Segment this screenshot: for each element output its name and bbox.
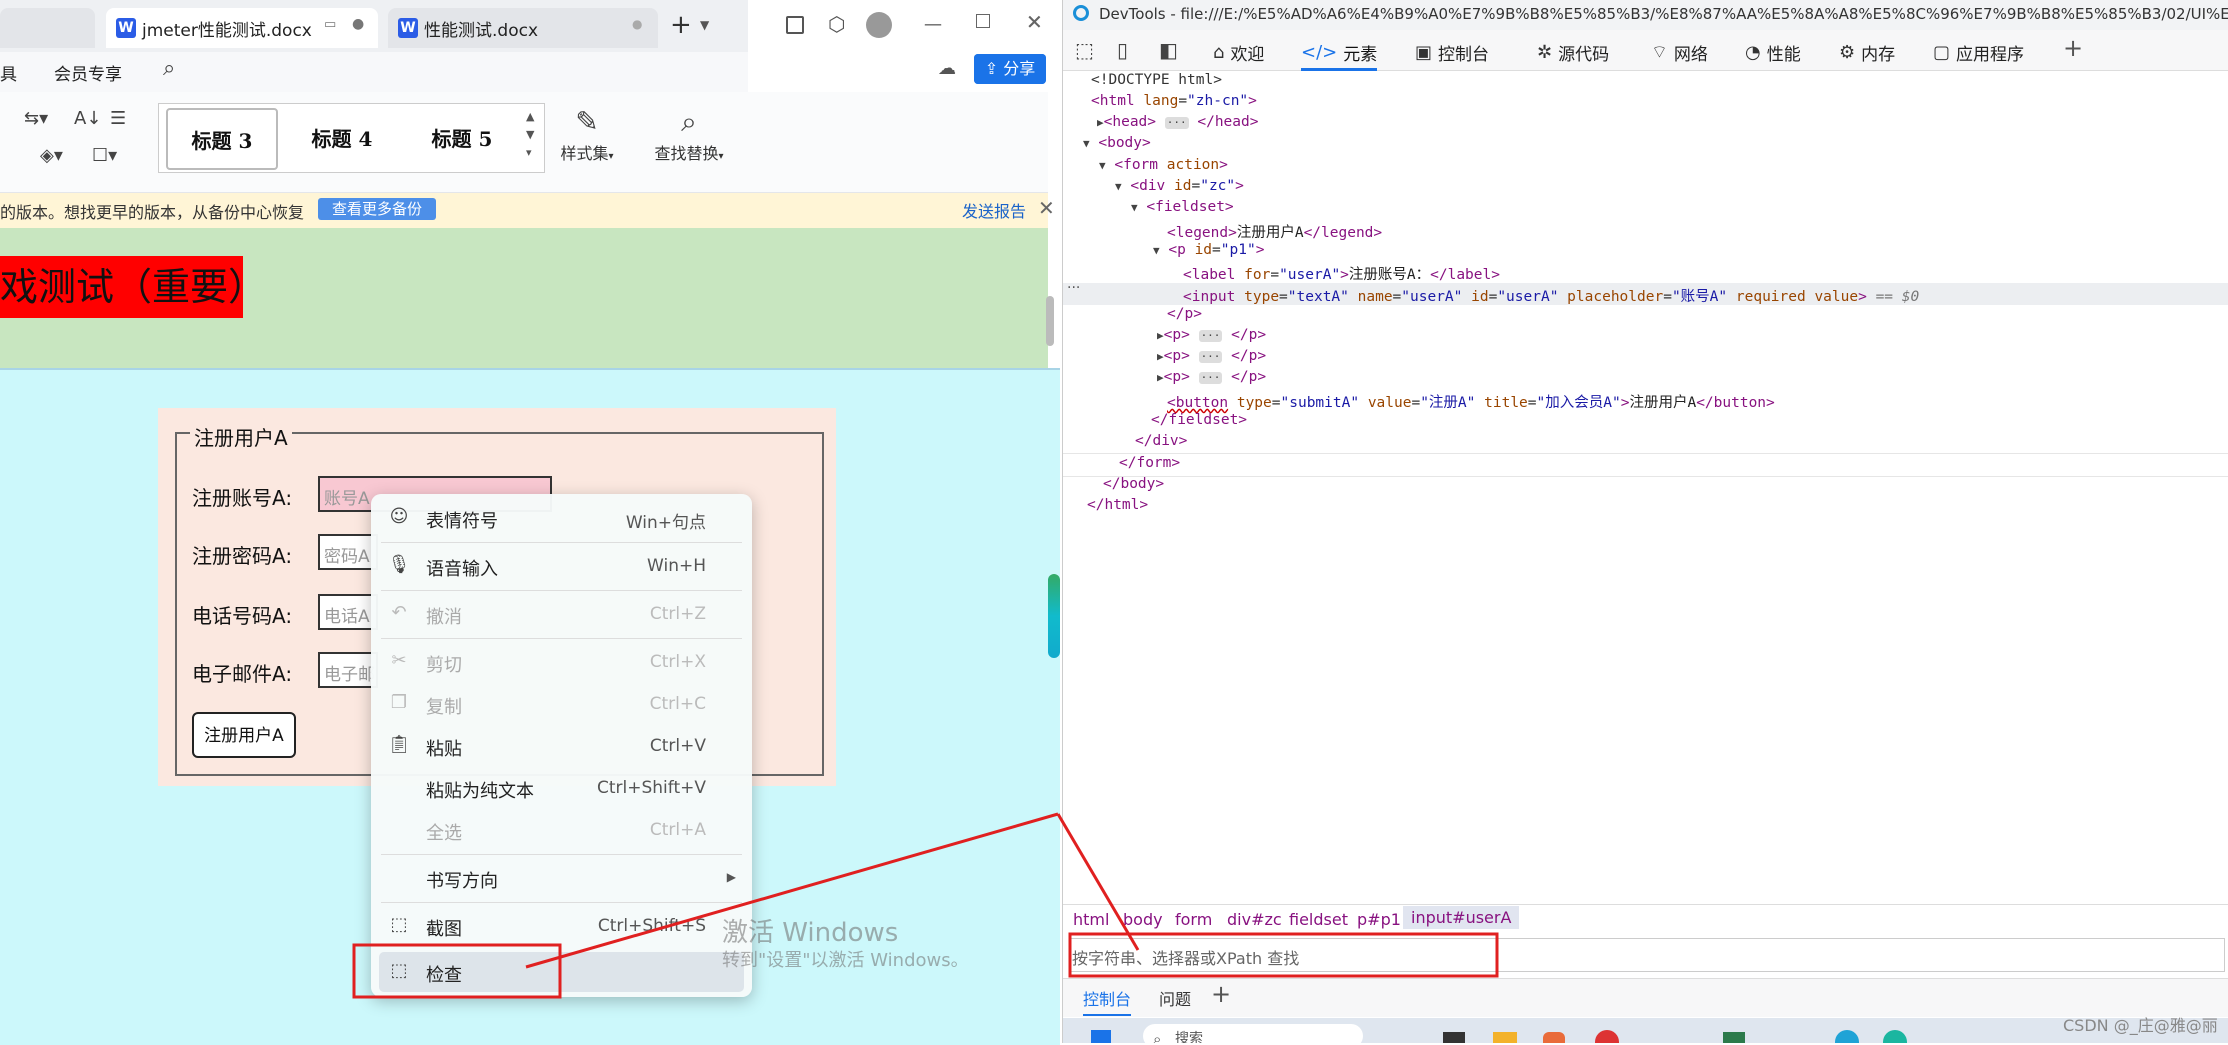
annotation-line-1: [525, 812, 1059, 969]
annotation-line-2: [1056, 813, 1140, 951]
annotation-overlay: [352, 812, 1499, 999]
annotation-box-search: [1068, 932, 1499, 978]
annotation-box-inspect: [352, 943, 562, 999]
